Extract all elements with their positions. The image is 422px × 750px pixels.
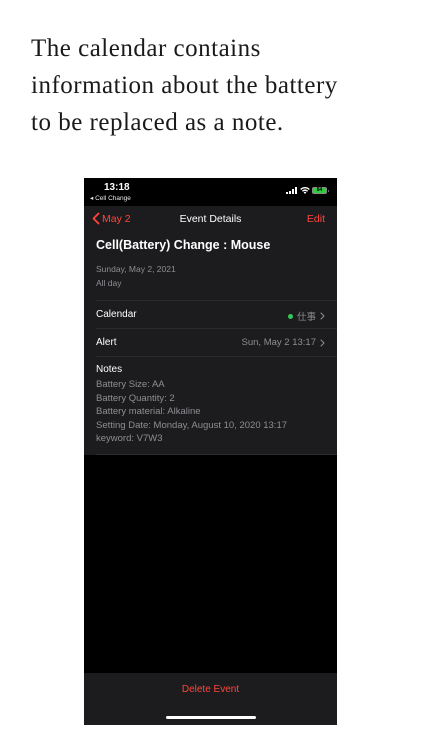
notes-label: Notes (96, 364, 123, 375)
caption: The calendar contains information about … (31, 30, 401, 141)
battery-percent: 84 (316, 187, 323, 193)
navigation-bar: May 2 Event Details Edit (84, 206, 337, 232)
chevron-right-icon (320, 339, 325, 346)
notes-section: Notes Battery Size: AA Battery Quantity:… (84, 357, 337, 450)
status-time: 13:18 (104, 182, 130, 193)
nav-title: Event Details (179, 213, 242, 225)
caption-line: information about the battery (31, 72, 338, 99)
alert-value: Sun, May 2 13:17 (242, 337, 325, 348)
event-title: Cell(Battery) Change : Mouse (96, 238, 271, 252)
notes-line: Setting Date: Monday, August 10, 2020 13… (96, 419, 288, 431)
status-bar: 13:18 ◂ Cell Change 84 (84, 178, 337, 206)
wifi-icon (300, 187, 310, 194)
delete-event-button[interactable]: Delete Event (84, 684, 337, 695)
event-all-day: All day (96, 278, 122, 288)
alert-time: Sun, May 2 13:17 (241, 337, 316, 348)
alert-label: Alert (96, 337, 117, 348)
edit-button[interactable]: Edit (307, 213, 325, 225)
divider (96, 453, 337, 455)
caption-line: to be replaced as a note. (31, 109, 284, 136)
home-indicator[interactable] (166, 716, 256, 719)
notes-line: Battery Quantity: 2 (96, 392, 175, 404)
bottom-toolbar: Delete Event (84, 673, 337, 725)
calendar-row[interactable]: Calendar 仕事 (84, 301, 337, 328)
chevron-right-icon (320, 312, 325, 320)
phone-screen: 13:18 ◂ Cell Change 84 May 2 Event Detai… (84, 178, 337, 725)
notes-line: Battery material: Alkaline (96, 406, 201, 417)
calendar-label: Calendar (96, 309, 137, 320)
notes-line: keyword: V7W3 (96, 433, 163, 444)
event-date: Sunday, May 2, 2021 (96, 264, 176, 274)
calendar-color-dot (287, 313, 293, 319)
event-details-card: Cell(Battery) Change : Mouse Sunday, May… (84, 232, 337, 455)
status-icons: 84 (286, 187, 329, 194)
battery-icon: 84 (312, 187, 329, 194)
notes-line: Battery Size: AA (96, 379, 165, 390)
calendar-name: 仕事 (296, 312, 316, 323)
back-to-app-link[interactable]: ◂ Cell Change (90, 194, 131, 202)
alert-row[interactable]: Alert Sun, May 2 13:17 (84, 329, 337, 356)
caption-line: The calendar contains (31, 35, 261, 62)
calendar-value: 仕事 (287, 309, 325, 323)
cellular-signal-icon (286, 187, 297, 194)
